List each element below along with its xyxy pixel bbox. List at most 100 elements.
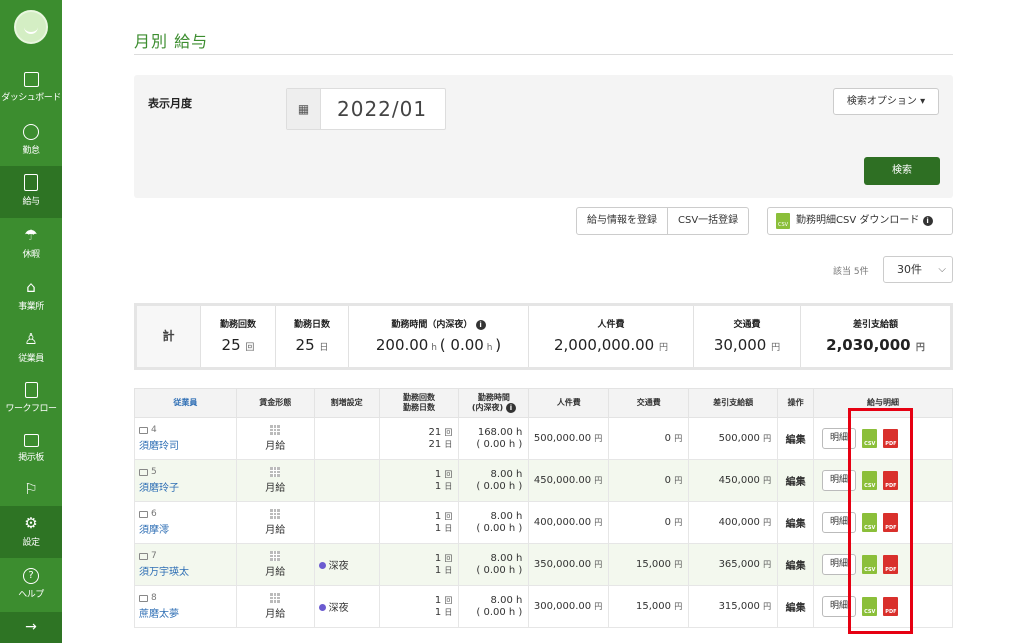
edit-link[interactable]: 編集 [777,459,815,502]
sidebar-item-flag[interactable]: ⚐ [0,472,62,508]
employee-name-link[interactable]: 蔗磨太夢 [135,605,236,620]
employee-name-link[interactable]: 須万宇瑛太 [135,563,236,578]
totals-value: 2,030,000 円 [826,336,925,354]
pay-type-cell: 月給 [235,501,315,544]
employee-number: 5 [135,467,236,477]
employee-name-link[interactable]: 須磨玲司 [135,437,236,452]
edit-link[interactable]: 編集 [777,543,815,586]
grid-icon [270,467,281,477]
net-pay-cell: 315,000 円 [688,585,779,628]
count-days-cell: 1 回1 日 [378,543,460,586]
register-payroll-button[interactable]: 給与情報を登録 [577,208,667,234]
work-csv-download-label: 勤務明細CSV ダウンロード [796,215,920,226]
totals-label-cell: 計 [137,306,200,367]
sidebar-item-label: ワークフロー [5,404,57,414]
month-label: 表示月度 [148,97,192,110]
id-card-icon [139,552,148,560]
edit-link[interactable]: 編集 [777,585,815,628]
premium-label: 深夜 [328,561,349,572]
per-page-value: 30件 [897,263,922,276]
net-pay-cell: 400,000 円 [688,501,779,544]
grid-icon [270,551,281,561]
sidebar-item-settings[interactable]: ⚙ 設定 [0,506,62,558]
header-employee[interactable]: 従業員 [134,388,237,418]
sidebar-item-label: ダッシュボード [1,93,61,103]
sidebar-item-dashboard[interactable]: ダッシュボード [0,64,62,116]
sidebar-item-employees[interactable]: ♙ 従業員 [0,322,62,374]
calendar-icon[interactable]: ▦ [287,89,321,129]
sidebar-item-attendance[interactable]: 勤怠 [0,116,62,168]
hours-cell: 8.00 h( 0.00 h ) [458,543,530,586]
totals-value: 30,000 円 [713,336,781,354]
totals-labor-cost: 人件費 2,000,000.00 円 [528,306,693,367]
clock-icon [23,124,39,140]
sidebar-item-label: 給与 [22,197,40,207]
totals-transport: 交通費 30,000 円 [693,306,800,367]
header-transport: 交通費 [608,388,690,418]
totals-value: 200.00 h ( 0.00 h ) [375,336,502,354]
sidebar: ダッシュボード 勤怠 給与 ☂ 休暇 ⌂ 事業所 ♙ 従業員 ワークフロー 掲示… [0,0,62,643]
id-card-icon [139,468,148,476]
id-card-icon [139,426,148,434]
labor-cost-cell: 300,000.00 円 [528,585,610,628]
employee-number: 6 [135,509,236,519]
edit-link[interactable]: 編集 [777,417,815,460]
search-button[interactable]: 検索 [864,157,940,185]
sidebar-item-board[interactable]: 掲示板 [0,426,62,478]
id-card-icon [139,594,148,602]
labor-cost-cell: 450,000.00 円 [528,459,610,502]
totals-work-days: 勤務日数 25 日 [275,306,348,367]
labor-cost-cell: 500,000.00 円 [528,417,610,460]
sidebar-item-help[interactable]: ? ヘルプ [0,560,62,612]
sidebar-item-workflow[interactable]: ワークフロー [0,374,62,426]
sidebar-item-payroll[interactable]: 給与 [0,166,62,218]
transport-cell: 15,000 円 [608,543,690,586]
info-icon[interactable]: i [922,216,933,226]
search-options-button[interactable]: 検索オプション ▾ [833,88,939,115]
employee-cell: 8 蔗磨太夢 [134,585,237,628]
totals-header: 勤務日数 [293,320,330,330]
logo-icon[interactable] [14,10,48,44]
header-pay-type: 賃金形態 [235,388,315,418]
premium-cell [313,417,380,460]
highlight-box [848,408,913,634]
employee-payroll-table: 従業員 賃金形態 割増設定 勤務回数 勤務日数 勤務時間 (内深夜) i 人件費 交… [134,388,953,628]
totals-value: 25 回 [221,336,255,354]
gear-icon: ⚙ [24,514,38,532]
employee-name-link[interactable]: 須磨玲子 [135,479,236,494]
flag-icon: ⚐ [24,480,38,498]
sidebar-item-label: 勤怠 [22,146,40,156]
premium-cell: 深夜 [313,585,380,628]
table-header-row: 従業員 賃金形態 割増設定 勤務回数 勤務日数 勤務時間 (内深夜) i 人件費 交… [134,388,953,418]
count-days-cell: 21 回 21 日 [378,417,460,460]
header-labor-cost: 人件費 [528,388,610,418]
edit-link[interactable]: 編集 [777,501,815,544]
hours-cell: 8.00 h( 0.00 h ) [458,501,530,544]
labor-cost-cell: 350,000.00 円 [528,543,610,586]
sidebar-item-office[interactable]: ⌂ 事業所 [0,270,62,322]
info-icon[interactable]: i [505,403,516,413]
per-page-select[interactable]: 30件 ⌵ [883,256,953,283]
transport-cell: 0 円 [608,501,690,544]
home-icon: ⌂ [26,278,36,296]
collapse-arrow-icon[interactable]: → [0,612,62,643]
month-picker[interactable]: ▦ 2022/01 [286,88,446,130]
help-icon: ? [23,568,39,584]
totals-net-pay: 差引支給額 2,030,000 円 [800,306,950,367]
umbrella-icon: ☂ [24,226,38,244]
totals-work-count: 勤務回数 25 回 [200,306,275,367]
csv-bulk-register-button[interactable]: CSV一括登録 [667,208,748,234]
premium-cell: 深夜 [313,543,380,586]
sidebar-item-label: 設定 [22,538,40,548]
pay-type-cell: 月給 [235,459,315,502]
premium-cell [313,501,380,544]
sidebar-item-leave[interactable]: ☂ 休暇 [0,218,62,270]
header-hours: 勤務時間 (内深夜) i [458,388,530,418]
totals-label: 計 [162,329,175,343]
employee-name-link[interactable]: 須摩澪 [135,521,236,536]
grid-icon [270,593,281,603]
person-icon: ♙ [24,330,38,348]
info-icon[interactable]: i [475,320,486,330]
pay-type-cell: 月給 [235,585,315,628]
work-csv-download-button[interactable]: 勤務明細CSV ダウンロード i [767,207,953,235]
